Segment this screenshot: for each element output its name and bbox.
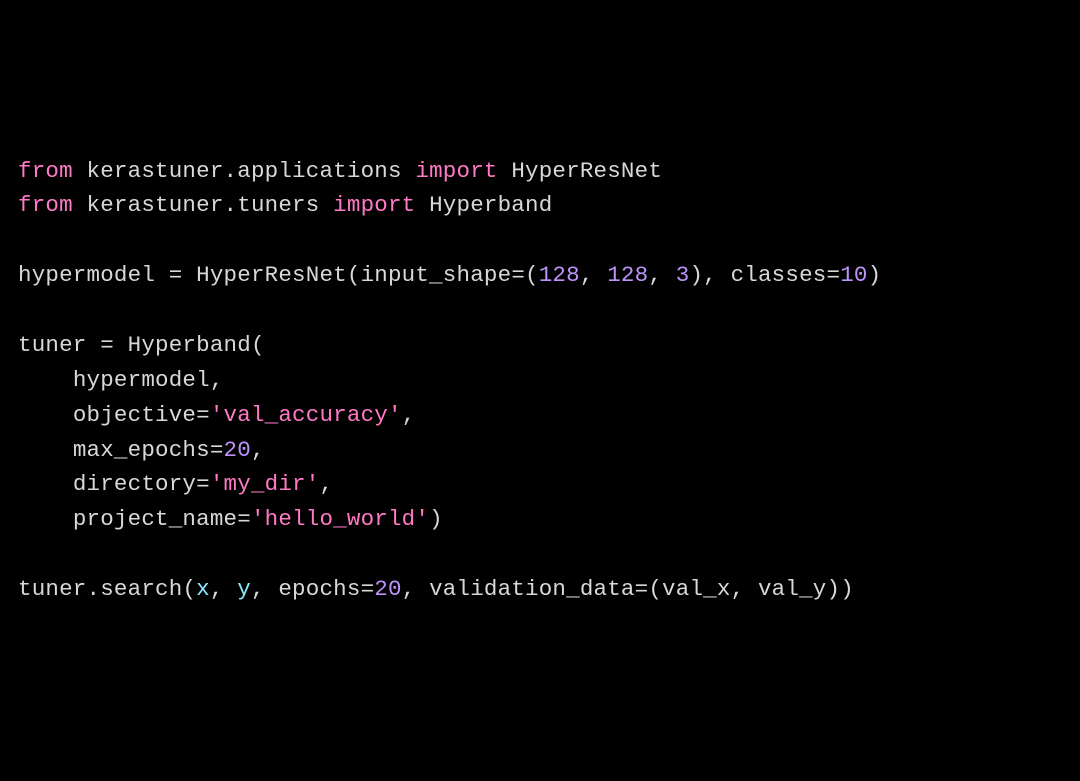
- code-token: ): [826, 576, 840, 602]
- code-token: (: [182, 576, 196, 602]
- code-token: ,: [402, 402, 416, 428]
- code-token: 'my_dir': [210, 471, 320, 497]
- code-token: val_y: [758, 576, 827, 602]
- code-token: [319, 192, 333, 218]
- code-token: [18, 367, 73, 393]
- code-token: [18, 506, 73, 532]
- code-token: HyperResNet: [511, 158, 662, 184]
- code-token: ,: [251, 576, 278, 602]
- code-token: 'hello_world': [251, 506, 429, 532]
- code-token: (: [347, 262, 361, 288]
- code-block: from kerastuner.applications import Hype…: [18, 154, 1062, 607]
- code-token: [114, 332, 128, 358]
- code-token: ): [429, 506, 443, 532]
- code-token: =: [169, 262, 183, 288]
- code-token: (: [648, 576, 662, 602]
- code-token: ): [868, 262, 882, 288]
- code-token: ,: [703, 262, 730, 288]
- code-token: tuner: [18, 332, 100, 358]
- code-token: (: [251, 332, 265, 358]
- code-token: y: [237, 576, 251, 602]
- code-token: Hyperband: [429, 192, 552, 218]
- code-token: max_epochs: [73, 437, 210, 463]
- code-token: project_name: [73, 506, 237, 532]
- code-token: from: [18, 158, 73, 184]
- code-token: ,: [731, 576, 758, 602]
- code-token: [415, 192, 429, 218]
- code-token: from: [18, 192, 73, 218]
- code-token: hypermodel: [18, 262, 169, 288]
- code-token: input_shape: [361, 262, 512, 288]
- code-token: Hyperband: [128, 332, 251, 358]
- code-token: classes: [731, 262, 827, 288]
- code-token: ,: [402, 576, 429, 602]
- code-token: [73, 192, 87, 218]
- code-token: =: [210, 437, 224, 463]
- code-token: 20: [374, 576, 401, 602]
- code-token: =: [196, 402, 210, 428]
- code-token: kerastuner: [87, 158, 224, 184]
- code-token: (: [525, 262, 539, 288]
- code-token: tuners: [237, 192, 319, 218]
- code-token: [18, 402, 73, 428]
- code-token: 10: [840, 262, 867, 288]
- code-token: import: [333, 192, 415, 218]
- code-token: =: [237, 506, 251, 532]
- code-token: =: [100, 332, 114, 358]
- code-token: import: [415, 158, 497, 184]
- code-token: ,: [251, 437, 265, 463]
- code-token: x: [196, 576, 210, 602]
- code-token: =: [196, 471, 210, 497]
- code-token: ,: [210, 576, 237, 602]
- code-token: 128: [539, 262, 580, 288]
- code-token: ,: [580, 262, 607, 288]
- code-token: .: [224, 158, 238, 184]
- code-token: ): [689, 262, 703, 288]
- code-token: 128: [607, 262, 648, 288]
- code-token: applications: [237, 158, 401, 184]
- code-token: ,: [648, 262, 675, 288]
- code-token: 3: [676, 262, 690, 288]
- code-token: .: [87, 576, 101, 602]
- code-token: hypermodel: [73, 367, 210, 393]
- code-token: ,: [319, 471, 333, 497]
- code-token: directory: [73, 471, 196, 497]
- code-token: kerastuner: [87, 192, 224, 218]
- code-token: ,: [210, 367, 224, 393]
- code-token: tuner: [18, 576, 87, 602]
- code-token: epochs: [278, 576, 360, 602]
- code-token: ): [840, 576, 854, 602]
- code-token: validation_data: [429, 576, 635, 602]
- code-token: [18, 437, 73, 463]
- code-token: =: [635, 576, 649, 602]
- code-token: objective: [73, 402, 196, 428]
- code-token: val_x: [662, 576, 731, 602]
- code-token: =: [361, 576, 375, 602]
- code-token: [73, 158, 87, 184]
- code-token: =: [511, 262, 525, 288]
- code-token: [498, 158, 512, 184]
- code-token: [402, 158, 416, 184]
- code-token: 'val_accuracy': [210, 402, 402, 428]
- code-token: [182, 262, 196, 288]
- code-token: 20: [224, 437, 251, 463]
- code-token: search: [100, 576, 182, 602]
- code-token: =: [826, 262, 840, 288]
- code-token: [18, 471, 73, 497]
- code-token: .: [224, 192, 238, 218]
- code-token: HyperResNet: [196, 262, 347, 288]
